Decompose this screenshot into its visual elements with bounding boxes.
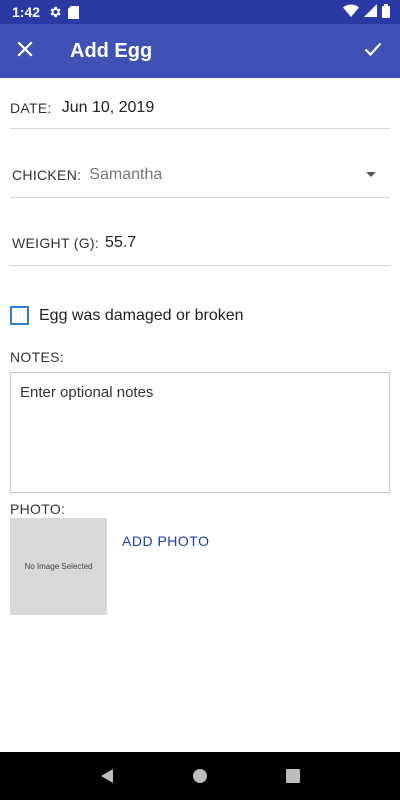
date-value: Jun 10, 2019 [61, 99, 155, 116]
notes-input[interactable]: Enter optional notes [10, 372, 390, 493]
date-field[interactable]: DATE: Jun 10, 2019 [10, 88, 390, 129]
recents-icon[interactable] [273, 756, 313, 796]
battery-icon [382, 3, 390, 21]
check-icon [364, 42, 382, 61]
photo-placeholder: No Image Selected [10, 518, 107, 615]
weight-field[interactable]: WEIGHT (G): 55.7 [10, 220, 390, 266]
gear-icon [48, 5, 62, 19]
wifi-icon [343, 4, 359, 20]
close-button[interactable] [0, 24, 50, 78]
weight-label: WEIGHT (G): [12, 234, 100, 251]
page-title: Add Egg [70, 39, 153, 62]
photo-label: PHOTO: [10, 501, 66, 517]
weight-value[interactable]: 55.7 [105, 234, 136, 252]
status-time: 1:42 [12, 4, 41, 20]
chicken-select[interactable]: CHICKEN: Samantha [10, 152, 390, 198]
chicken-value: Samantha [89, 165, 163, 183]
damaged-checkbox[interactable] [10, 306, 29, 325]
status-bar: 1:42 [0, 0, 400, 24]
damaged-checkbox-row[interactable]: Egg was damaged or broken [10, 306, 244, 325]
damaged-checkbox-label[interactable]: Egg was damaged or broken [39, 307, 244, 325]
home-icon[interactable] [180, 756, 220, 796]
chicken-label: CHICKEN: [12, 166, 82, 183]
dropdown-arrow-icon[interactable] [366, 172, 376, 177]
sd-card-icon [68, 5, 80, 19]
back-icon[interactable] [87, 756, 127, 796]
save-button[interactable] [346, 24, 400, 78]
date-label: DATE: [10, 100, 52, 116]
add-photo-button[interactable]: ADD PHOTO [122, 533, 209, 549]
system-nav-bar [0, 752, 400, 800]
no-image-text: No Image Selected [24, 562, 93, 571]
notes-label: NOTES: [10, 349, 64, 365]
app-bar: Add Egg [0, 24, 400, 78]
cell-signal-icon [364, 4, 377, 20]
close-icon [17, 40, 33, 62]
